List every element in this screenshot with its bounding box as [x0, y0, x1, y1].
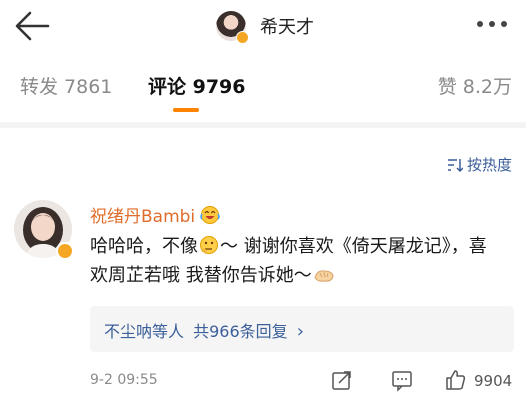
like-button[interactable]: [444, 368, 468, 396]
author-avatar[interactable]: [216, 11, 249, 44]
more-dots-icon: [477, 21, 507, 27]
replies-count[interactable]: 共966条回复: [193, 322, 288, 341]
like-icon: [446, 370, 466, 390]
tab-bar: 转发 7861 评论 9796 赞 8.2万: [0, 72, 526, 116]
comment-time: 9-2 09:55: [90, 372, 158, 388]
clap-emoji-icon: [314, 270, 334, 282]
sort-icon: [447, 158, 463, 172]
back-button[interactable]: [12, 8, 52, 44]
tab-comment[interactable]: 评论 9796: [148, 72, 246, 99]
comment-text-part1: 哈哈哈，不像: [90, 236, 198, 257]
commenter-name[interactable]: 祝绪丹Bambi: [90, 202, 221, 227]
share-button[interactable]: [330, 368, 354, 396]
tab-repost[interactable]: 转发 7861: [20, 72, 112, 99]
top-bar: 希天才: [0, 0, 526, 56]
replies-users[interactable]: 不尘呐等人: [104, 322, 184, 341]
sort-label: 按热度: [466, 156, 512, 174]
author-name[interactable]: 希天才: [260, 13, 314, 39]
verified-icon: [56, 242, 74, 260]
reply-button[interactable]: [390, 368, 414, 396]
sort-toggle[interactable]: 按热度: [447, 154, 512, 175]
more-button[interactable]: [472, 10, 512, 38]
share-icon: [332, 371, 351, 390]
section-divider: [0, 122, 526, 128]
verified-icon: [236, 31, 249, 44]
tab-like[interactable]: 赞 8.2万: [438, 72, 512, 99]
like-count[interactable]: 9904: [474, 372, 512, 390]
replies-preview[interactable]: 不尘呐等人 共966条回复 ›: [90, 306, 514, 352]
comment-footer: 9-2 09:55 9904: [90, 368, 520, 396]
post-author[interactable]: 希天才: [216, 6, 314, 46]
thinking-emoji-icon: [200, 236, 218, 254]
back-arrow-icon: [15, 11, 50, 41]
active-tab-indicator: [173, 108, 199, 112]
comment-text: 哈哈哈，不像～ 谢谢你喜欢《倚天屠龙记》，喜欢周芷若哦 我替你告诉她～: [90, 232, 500, 290]
replies-arrow-icon: ›: [296, 321, 304, 342]
cry-laugh-emoji-icon: [200, 205, 220, 224]
comment-icon: [392, 371, 412, 392]
commenter-name-text[interactable]: 祝绪丹Bambi: [90, 202, 195, 227]
